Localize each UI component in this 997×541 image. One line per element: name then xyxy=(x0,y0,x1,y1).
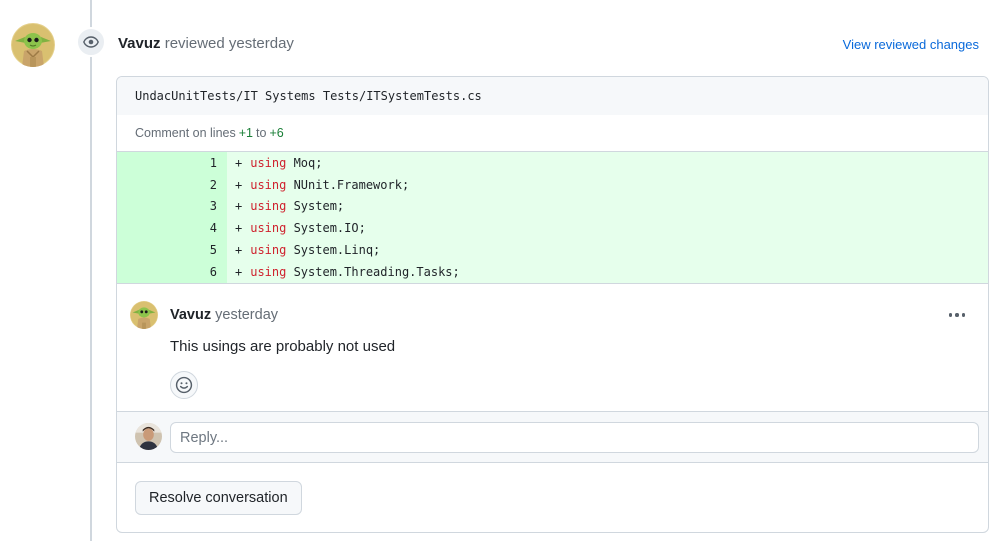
diff-line: 6 + using System.Threading.Tasks; xyxy=(117,260,988,283)
view-reviewed-changes-link[interactable]: View reviewed changes xyxy=(843,36,979,54)
diff-code-text: System; xyxy=(286,199,345,214)
file-path-header: UndacUnitTests/IT Systems Tests/ITSystem… xyxy=(117,77,988,115)
diff-hunk: 1 + using Moq; 2 + using NUnit.Framework; … xyxy=(117,152,988,284)
diff-line-number[interactable]: 2 xyxy=(117,173,227,196)
comment-range-connector: to xyxy=(256,126,267,140)
diff-addition-sign: + xyxy=(235,199,243,214)
diff-addition-sign: + xyxy=(235,221,243,236)
diff-line-code: + using NUnit.Framework; xyxy=(227,178,409,192)
review-author[interactable]: Vavuz xyxy=(118,35,161,52)
diff-line-number[interactable]: 4 xyxy=(117,217,227,240)
diff-addition-sign: + xyxy=(235,155,243,170)
reply-bar xyxy=(117,411,988,463)
review-thread-card: UndacUnitTests/IT Systems Tests/ITSystem… xyxy=(116,76,989,533)
reviewer-avatar[interactable] xyxy=(11,23,55,67)
resolve-conversation-button[interactable]: Resolve conversation xyxy=(135,481,302,515)
diff-line: 1 + using Moq; xyxy=(117,152,988,174)
diff-code-text: System.IO; xyxy=(286,221,366,236)
comment-range-end: +6 xyxy=(269,126,284,140)
comment-range-start: +1 xyxy=(238,126,254,140)
diff-keyword: using xyxy=(250,199,287,214)
user-photo-image xyxy=(135,423,162,450)
comment-author-avatar[interactable] xyxy=(130,301,158,329)
diff-keyword: using xyxy=(250,264,287,279)
comment-time[interactable]: yesterday xyxy=(215,307,278,323)
diff-keyword: using xyxy=(250,243,287,258)
diff-keyword: using xyxy=(250,221,287,236)
diff-keyword: using xyxy=(250,155,287,170)
diff-keyword: using xyxy=(250,177,287,192)
yoda-avatar-image xyxy=(130,301,158,329)
diff-addition-sign: + xyxy=(235,264,243,279)
diff-line-number[interactable]: 6 xyxy=(117,260,227,283)
current-user-avatar[interactable] xyxy=(135,423,162,450)
kebab-dot xyxy=(955,313,959,317)
comment-menu-button[interactable] xyxy=(946,306,968,324)
diff-code-text: NUnit.Framework; xyxy=(286,177,410,192)
diff-addition-sign: + xyxy=(235,177,243,192)
diff-addition-sign: + xyxy=(235,243,243,258)
comment-range-prefix: Comment on lines xyxy=(135,126,236,140)
diff-line-number[interactable]: 5 xyxy=(117,239,227,261)
diff-line: 3 + using System; xyxy=(117,195,988,218)
comment-range-label: Comment on lines +1 to +6 xyxy=(117,115,988,152)
smiley-icon xyxy=(175,376,193,394)
diff-line-number[interactable]: 3 xyxy=(117,195,227,218)
diff-line-code: + using System.IO; xyxy=(227,221,366,235)
comment-body: This usings are probably not used xyxy=(170,338,396,355)
diff-line-code: + using Moq; xyxy=(227,156,322,170)
add-reaction-button[interactable] xyxy=(170,371,198,399)
reply-input[interactable] xyxy=(170,422,979,453)
timeline-line xyxy=(90,0,92,541)
diff-line: 4 + using System.IO; xyxy=(117,217,988,240)
diff-line-code: + using System.Threading.Tasks; xyxy=(227,265,460,279)
file-path[interactable]: UndacUnitTests/IT Systems Tests/ITSystem… xyxy=(135,89,482,103)
review-action: reviewed yesterday xyxy=(164,35,294,52)
eye-icon xyxy=(83,36,99,48)
review-header: Vavuz reviewed yesterday xyxy=(118,34,294,54)
kebab-dot xyxy=(961,313,966,317)
comment-header: Vavuz yesterday xyxy=(170,305,278,325)
diff-line-code: + using System.Linq; xyxy=(227,243,380,257)
comment-author[interactable]: Vavuz xyxy=(170,307,211,323)
review-comment: Vavuz yesterday This usings are probably… xyxy=(117,284,988,411)
diff-line-number[interactable]: 1 xyxy=(117,152,227,174)
diff-line: 2 + using NUnit.Framework; xyxy=(117,173,988,196)
review-eye-badge xyxy=(76,27,106,57)
kebab-horizontal-icon xyxy=(948,313,953,317)
diff-code-text: System.Threading.Tasks; xyxy=(286,264,460,279)
yoda-avatar-image xyxy=(11,23,55,67)
diff-line-code: + using System; xyxy=(227,199,344,213)
diff-code-text: System.Linq; xyxy=(286,243,381,258)
diff-line: 5 + using System.Linq; xyxy=(117,239,988,261)
diff-code-text: Moq; xyxy=(286,155,323,170)
